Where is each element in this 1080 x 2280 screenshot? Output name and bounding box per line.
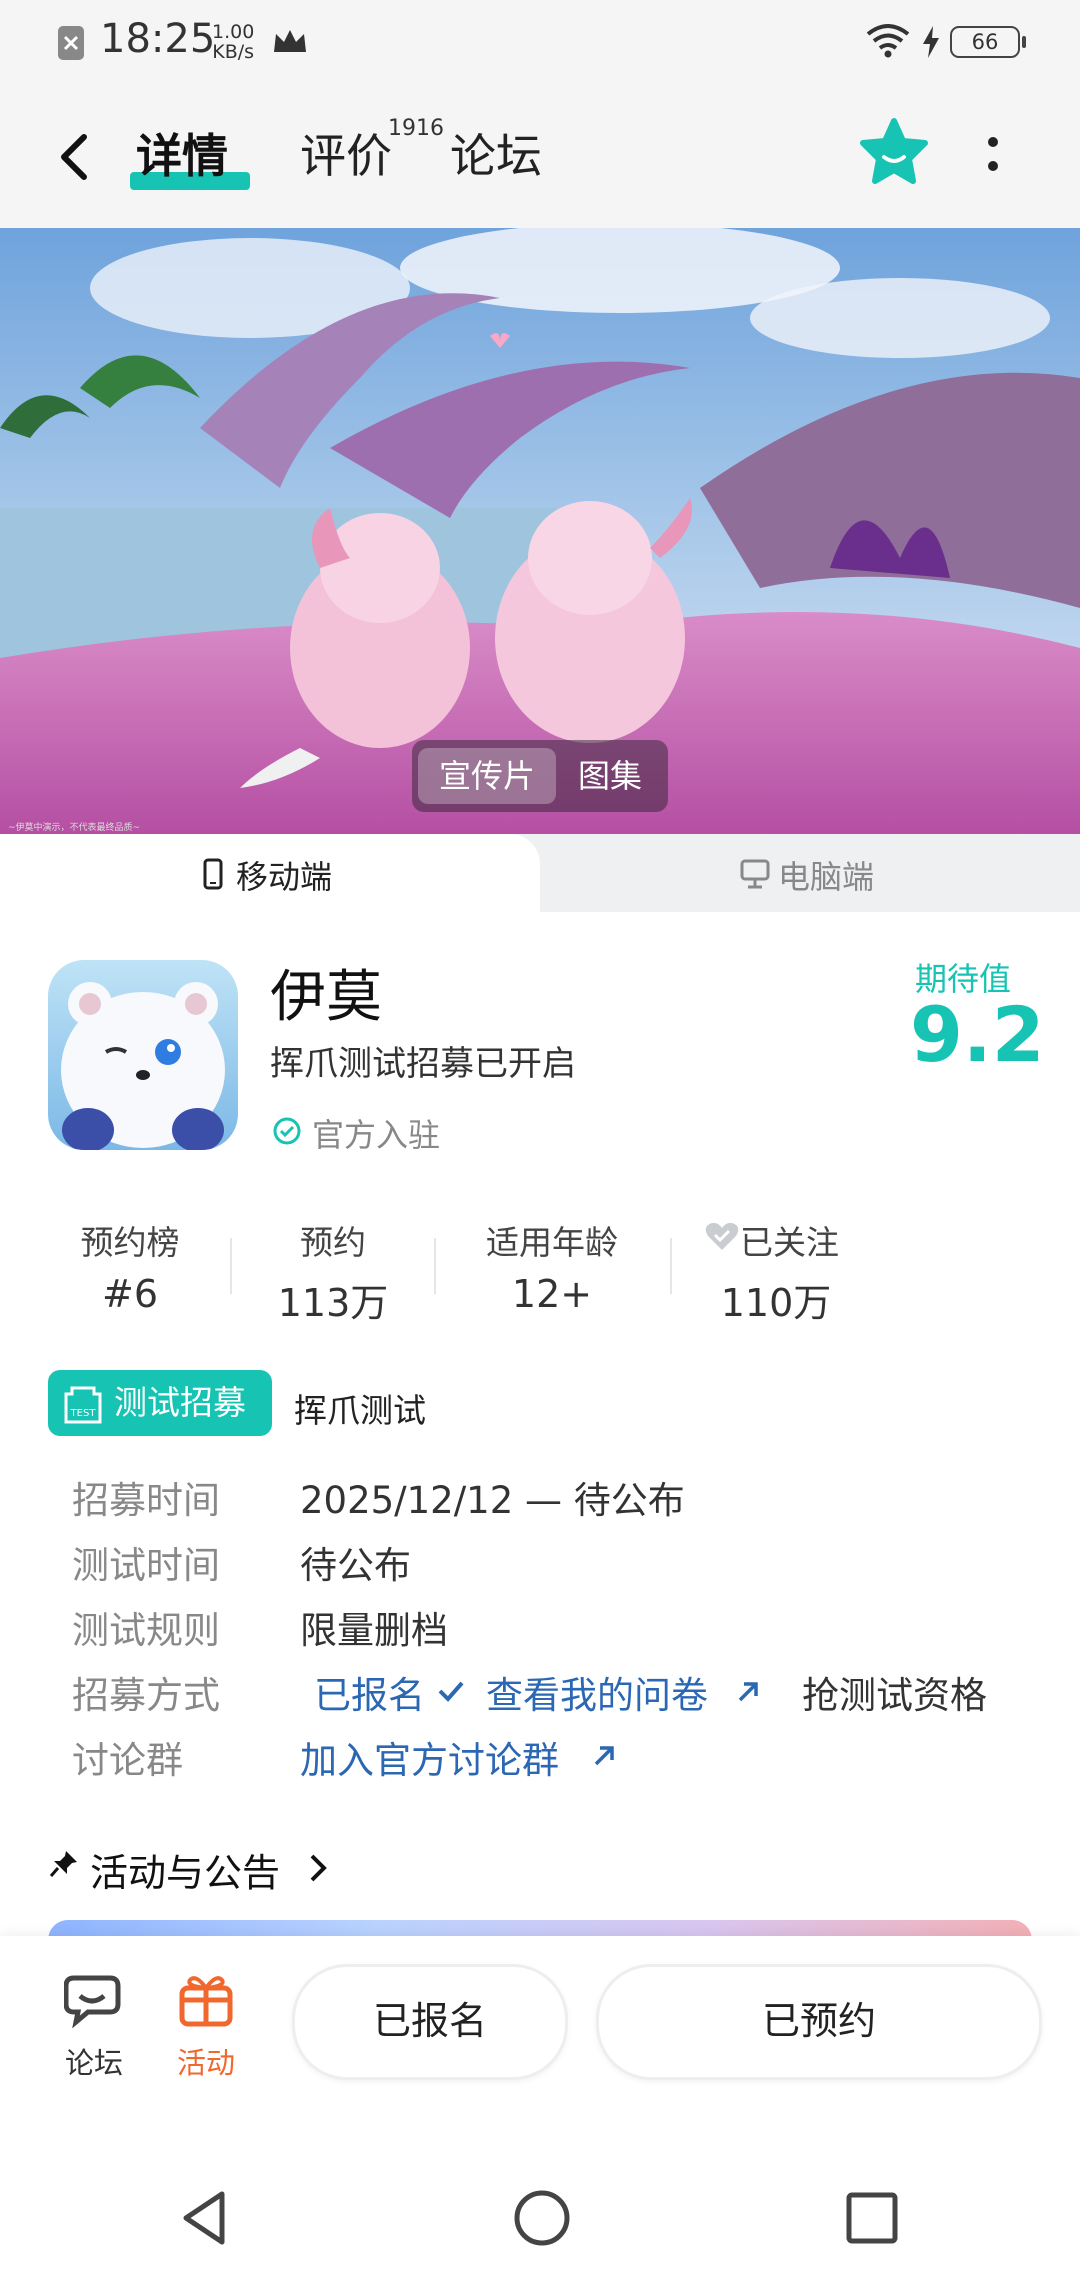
- home-circle-icon[interactable]: [512, 2188, 572, 2252]
- network-speed-value: 1.00: [212, 21, 255, 43]
- expectation-score: 9.2: [910, 990, 1045, 1079]
- reserved-button[interactable]: 已预约: [596, 1964, 1042, 2080]
- pin-icon: [48, 1848, 80, 1884]
- discussion-group-label: 讨论群: [72, 1739, 183, 1782]
- join-group-link[interactable]: 加入官方讨论群: [300, 1730, 559, 1784]
- back-button[interactable]: [48, 117, 108, 197]
- test-time-label: 测试时间: [72, 1544, 220, 1587]
- forum-icon[interactable]: [63, 1972, 124, 2032]
- stat-rank-value: #6: [101, 1272, 159, 1316]
- tab-mobile[interactable]: 移动端: [236, 852, 332, 898]
- activity-section-title[interactable]: 活动与公告: [90, 1842, 280, 1897]
- test-recruit-badge-label: 测试招募: [114, 1383, 246, 1422]
- grab-test-qualification[interactable]: 抢测试资格: [802, 1665, 987, 1719]
- test-icon: TEST: [64, 1382, 102, 1424]
- activity-label[interactable]: 活动: [156, 2040, 256, 2082]
- battery-indicator: 66: [950, 26, 1026, 58]
- recruit-time-value: 2025/12/12 — 待公布: [300, 1479, 685, 1522]
- monitor-icon: [740, 858, 770, 894]
- stat-divider: [434, 1238, 436, 1294]
- check-icon: [436, 1676, 466, 1710]
- registered-button[interactable]: 已报名: [292, 1964, 568, 2080]
- review-count: 1916: [388, 116, 444, 141]
- more-options-button[interactable]: [978, 130, 1008, 180]
- stat-follow-label: 已关注: [740, 1223, 839, 1262]
- svg-text:TEST: TEST: [70, 1408, 97, 1419]
- notification-close-icon: [58, 26, 84, 60]
- wifi-icon: [864, 22, 912, 62]
- app-title: 伊莫: [270, 965, 382, 1030]
- verified-check-icon: [272, 1116, 302, 1150]
- media-tab-video[interactable]: 宣传片: [418, 748, 556, 804]
- phone-icon: [202, 858, 224, 894]
- external-arrow-icon: [734, 1678, 762, 1710]
- forum-label[interactable]: 论坛: [44, 2040, 144, 2082]
- test-name: 挥爪测试: [294, 1391, 426, 1430]
- media-tab-gallery[interactable]: 图集: [560, 748, 660, 804]
- stat-rank-label: 预约榜: [80, 1223, 180, 1262]
- stat-divider: [670, 1238, 672, 1294]
- tab-reviews[interactable]: 评价: [300, 120, 392, 186]
- network-speed: 1.00 KB/s: [212, 22, 254, 62]
- tab-forum[interactable]: 论坛: [450, 120, 542, 186]
- registered-link[interactable]: 已报名: [314, 1665, 425, 1719]
- crown-icon: [272, 28, 308, 60]
- chevron-right-icon[interactable]: [306, 1850, 330, 1890]
- external-arrow-icon: [590, 1742, 618, 1774]
- network-speed-unit: KB/s: [212, 41, 255, 63]
- favorite-star-button[interactable]: [856, 115, 932, 191]
- status-time: 18:25: [100, 16, 216, 62]
- tab-details[interactable]: 详情: [136, 120, 228, 186]
- stat-age-label: 适用年龄: [486, 1223, 618, 1262]
- back-triangle-icon[interactable]: [178, 2188, 230, 2252]
- recents-square-icon[interactable]: [844, 2190, 900, 2250]
- charging-icon: [920, 24, 942, 64]
- recruit-method-label: 招募方式: [72, 1674, 220, 1717]
- test-time-value: 待公布: [300, 1544, 411, 1587]
- view-questionnaire-link[interactable]: 查看我的问卷: [486, 1665, 708, 1719]
- gift-icon[interactable]: [178, 1970, 234, 2032]
- heart-check-icon: [704, 1220, 740, 1256]
- stat-reserve-label: 预约: [300, 1223, 366, 1262]
- official-label: 官方入驻: [312, 1116, 441, 1154]
- test-rule-value: 限量删档: [300, 1609, 448, 1652]
- app-icon: [48, 960, 238, 1150]
- stat-age-value: 12+: [511, 1272, 593, 1316]
- test-recruit-badge: TEST 测试招募: [48, 1370, 272, 1436]
- recruit-time-label: 招募时间: [72, 1479, 220, 1522]
- test-rule-label: 测试规则: [72, 1609, 220, 1652]
- app-subtitle: 挥爪测试招募已开启: [270, 1044, 576, 1084]
- media-disclaimer: ~伊莫中演示，不代表最终品质~: [8, 823, 141, 833]
- stat-follow-value: 110万: [720, 1281, 832, 1325]
- stat-reserve-value: 113万: [277, 1281, 389, 1325]
- tab-pc[interactable]: 电脑端: [778, 852, 874, 898]
- stat-divider: [230, 1238, 232, 1294]
